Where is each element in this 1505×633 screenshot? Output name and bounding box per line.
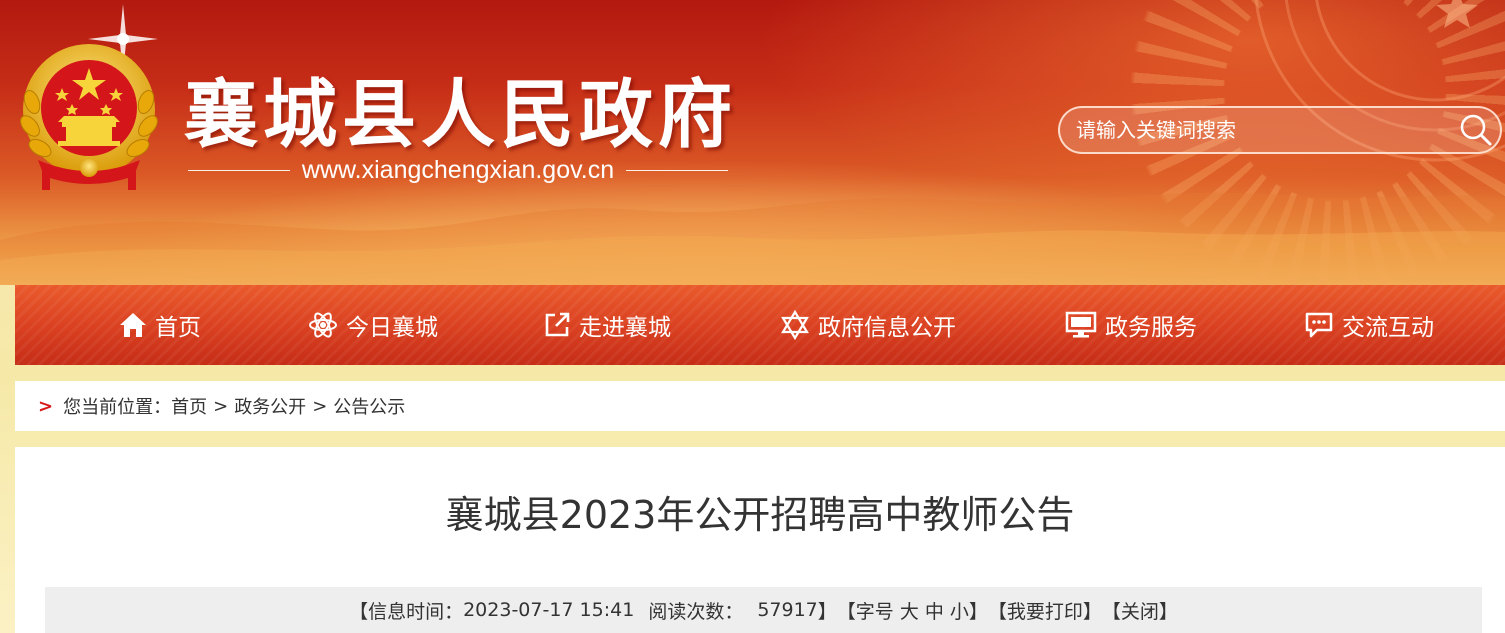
search-box — [1058, 106, 1502, 154]
main-nav: 首页 今日襄城 走进襄城 政府信息公开 政务服务 交流互动 — [15, 285, 1505, 365]
nav-item-label: 首页 — [155, 315, 201, 341]
info-time-value: 2023-07-17 15:41 — [463, 599, 635, 621]
print-button[interactable]: 【我要打印】 — [988, 597, 1102, 624]
article-panel: 襄城县2023年公开招聘高中教师公告 【信息时间： 2023-07-17 15:… — [15, 447, 1505, 633]
site-header: 襄城县人民政府 www.xiangchengxian.gov.cn — [0, 0, 1505, 285]
search-icon — [1460, 114, 1492, 146]
nav-item-label: 今日襄城 — [346, 315, 438, 341]
search-input[interactable] — [1060, 117, 1452, 143]
article-title: 襄城县2023年公开招聘高中教师公告 — [445, 493, 1075, 537]
close-button[interactable]: 【关闭】 — [1102, 597, 1178, 624]
url-divider-left — [188, 169, 290, 171]
rings-decoration — [1254, 0, 1505, 162]
read-count-label: 阅读次数： — [648, 600, 744, 623]
breadcrumb-link-gov-affairs[interactable]: 政务公开 — [234, 393, 306, 419]
nav-item-today[interactable]: 今日襄城 — [308, 285, 438, 365]
nav-item-label: 政府信息公开 — [818, 315, 956, 341]
font-size-medium-button[interactable]: 中 — [925, 597, 944, 624]
atom-icon — [309, 312, 337, 338]
breadcrumb-prefix: 您当前位置： — [63, 397, 172, 418]
chat-icon — [1305, 312, 1333, 338]
nav-item-services[interactable]: 政务服务 — [1065, 285, 1197, 365]
star-of-david-icon — [781, 310, 809, 340]
breadcrumb-marker: > — [38, 395, 54, 417]
nav-item-home[interactable]: 首页 — [119, 285, 201, 365]
read-count-close: 】 — [817, 600, 837, 623]
font-size-small-button[interactable]: 小 — [950, 597, 969, 624]
font-size-close: 】 — [968, 600, 988, 623]
national-emblem-icon — [20, 44, 158, 190]
nav-item-gov-info[interactable]: 政府信息公开 — [780, 285, 956, 365]
breadcrumb-separator: > — [213, 395, 229, 417]
font-size-large-button[interactable]: 大 — [900, 597, 919, 624]
site-title: 襄城县人民政府 — [184, 72, 737, 158]
font-size-label: 【字号 — [836, 600, 894, 623]
read-count-value: 57917 — [757, 599, 818, 621]
info-time-label: 【信息时间： — [349, 600, 464, 623]
home-icon — [120, 313, 146, 337]
breadcrumb-separator: > — [312, 395, 328, 417]
monitor-icon — [1065, 311, 1097, 338]
breadcrumb-link-home[interactable]: 首页 — [171, 393, 207, 419]
site-url-text: www.xiangchengxian.gov.cn — [301, 155, 615, 184]
external-link-icon — [545, 312, 570, 337]
site-url: www.xiangchengxian.gov.cn — [188, 152, 729, 188]
nav-item-label: 交流互动 — [1342, 315, 1434, 341]
nav-item-about[interactable]: 走进襄城 — [543, 285, 671, 365]
nav-item-label: 走进襄城 — [579, 315, 671, 341]
nav-item-interaction[interactable]: 交流互动 — [1304, 285, 1434, 365]
breadcrumb-link-announcements[interactable]: 公告公示 — [333, 393, 405, 419]
search-button[interactable] — [1452, 108, 1500, 152]
nav-item-label: 政务服务 — [1105, 315, 1197, 341]
url-divider-right — [626, 169, 729, 171]
article-meta-bar: 【信息时间： 2023-07-17 15:41 阅读次数： 57917 】 【字… — [45, 587, 1482, 633]
breadcrumb: > 您当前位置： 首页 > 政务公开 > 公告公示 — [15, 381, 1505, 431]
